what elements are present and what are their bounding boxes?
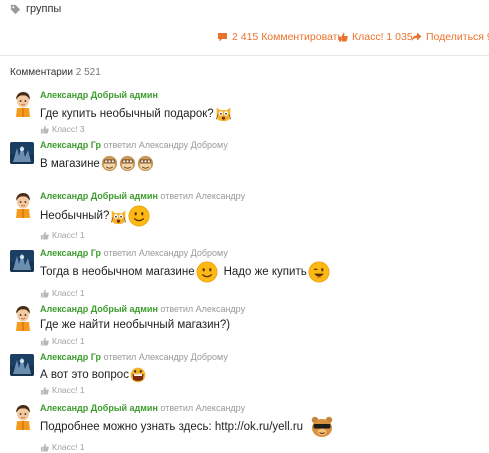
comment-author[interactable]: Александр Гр <box>40 140 101 150</box>
reply-to: ответил Александру Доброму <box>103 248 228 258</box>
comment-text: Тогда в необычном магазине Надо же купит… <box>40 261 330 283</box>
monkey-eyes-emoji-icon <box>137 155 154 172</box>
comment-author[interactable]: Александр Добрый админ <box>40 304 158 314</box>
like-button-label: Класс! 1 035 <box>352 31 413 43</box>
like-count[interactable]: Класс! 1 <box>40 442 85 452</box>
comment-icon <box>218 33 227 42</box>
post-actions: 2 415 Комментировать Класс! 1 035 Подели… <box>0 31 489 47</box>
comment-meta: Александр Гр ответил Александру Доброму <box>40 352 228 362</box>
comment-meta: Александр Добрый админ ответил Александр… <box>40 191 245 201</box>
avatar[interactable] <box>10 403 36 433</box>
comment-text: Где купить необычный подарок? <box>40 105 232 122</box>
comments-header: Комментарии 2 521 <box>10 67 101 78</box>
comment-text-part: Необычный? <box>40 210 110 222</box>
share-icon <box>411 32 422 42</box>
avatar[interactable] <box>10 304 36 334</box>
share-button-label: Поделиться 9 <box>426 31 489 43</box>
comment-author[interactable]: Александр Добрый админ <box>40 90 158 100</box>
wink-emoji-icon <box>308 261 330 283</box>
big-grin-emoji-icon <box>130 367 146 383</box>
thumbs-up-icon <box>40 337 49 346</box>
comment-text-part: А вот это вопрос <box>40 369 129 381</box>
monkey-eyes-emoji-icon <box>119 155 136 172</box>
comment-meta: Александр Добрый админ ответил Александр… <box>40 403 245 413</box>
comment-text-part: Подробнее можно узнать здесь: http://ok.… <box>40 421 304 433</box>
comment-meta: Александр Гр ответил Александру Доброму <box>40 140 228 150</box>
comment-text-part: Тогда в необычном магазине <box>40 266 195 278</box>
like-count-label: Класс! 1 <box>52 385 85 395</box>
comment-author[interactable]: Александр Добрый админ <box>40 191 158 201</box>
thumbs-up-icon <box>40 289 49 298</box>
like-button[interactable]: Класс! 1 035 <box>338 31 413 43</box>
comment-text-part: Где же найти необычный магазин?) <box>40 319 231 331</box>
groups-link[interactable]: группы <box>10 3 61 15</box>
comment-author[interactable]: Александр Добрый админ <box>40 403 158 413</box>
avatar[interactable] <box>10 191 36 221</box>
thumbs-up-icon <box>40 443 49 452</box>
share-button[interactable]: Поделиться 9 <box>411 31 489 43</box>
divider <box>0 55 489 56</box>
reply-to: ответил Александру <box>160 403 246 413</box>
tag-icon <box>10 4 21 14</box>
comment-meta: Александр Добрый админ <box>40 90 158 100</box>
cool-bear-emoji-icon <box>310 416 334 438</box>
avatar[interactable] <box>10 250 34 272</box>
reply-to: ответил Александру <box>160 191 246 201</box>
thumbs-up-icon <box>40 125 49 134</box>
cat-shocked-emoji-icon <box>110 208 127 225</box>
comment-text: В магазине <box>40 155 154 172</box>
comment-text: А вот это вопрос <box>40 367 146 383</box>
cat-shocked-emoji-icon <box>215 105 232 122</box>
smile-emoji-icon <box>128 205 150 227</box>
comment-button-label: 2 415 Комментировать <box>232 31 343 43</box>
comment-text: Где же найти необычный магазин?) <box>40 319 230 331</box>
comment-author[interactable]: Александр Гр <box>40 352 101 362</box>
like-count[interactable]: Класс! 3 <box>40 124 85 134</box>
comment-author[interactable]: Александр Гр <box>40 248 101 258</box>
comment-button[interactable]: 2 415 Комментировать <box>217 31 343 43</box>
comments-title: Комментарии <box>10 67 73 78</box>
like-count-label: Класс! 1 <box>52 230 85 240</box>
reply-to: ответил Александру Доброму <box>103 140 228 150</box>
comments-count: 2 521 <box>75 67 101 78</box>
like-count[interactable]: Класс! 1 <box>40 288 85 298</box>
like-count-label: Класс! 3 <box>52 124 85 134</box>
avatar[interactable] <box>10 90 36 120</box>
thumbs-up-icon <box>40 231 49 240</box>
comment-text-part: В магазине <box>40 157 100 170</box>
like-count-label: Класс! 1 <box>52 442 85 452</box>
comment-text: Подробнее можно узнать здесь: http://ok.… <box>40 416 334 438</box>
comment-text-part: Надо же купить <box>223 266 307 278</box>
like-count-label: Класс! 1 <box>52 288 85 298</box>
smile-emoji-icon <box>196 261 218 283</box>
reply-to: ответил Александру Доброму <box>103 352 228 362</box>
reply-to: ответил Александру <box>160 304 246 314</box>
thumbs-up-icon <box>40 386 49 395</box>
like-count[interactable]: Класс! 1 <box>40 336 85 346</box>
comment-meta: Александр Гр ответил Александру Доброму <box>40 248 228 258</box>
comment-meta: Александр Добрый админ ответил Александр… <box>40 304 245 314</box>
monkey-eyes-emoji-icon <box>101 155 118 172</box>
like-count[interactable]: Класс! 1 <box>40 385 85 395</box>
like-count-label: Класс! 1 <box>52 336 85 346</box>
top-bar: группы <box>0 0 489 26</box>
comment-text-part: Где купить необычный подарок? <box>40 107 214 120</box>
groups-label: группы <box>26 3 62 15</box>
like-count[interactable]: Класс! 1 <box>40 230 85 240</box>
thumbs-up-icon <box>339 32 348 42</box>
avatar[interactable] <box>10 142 34 164</box>
avatar[interactable] <box>10 354 34 376</box>
comment-text: Необычный? <box>40 205 150 227</box>
